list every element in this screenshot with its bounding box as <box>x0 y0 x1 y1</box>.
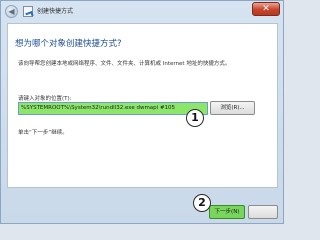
next-button[interactable]: 下一步(N) <box>209 205 245 219</box>
back-arrow-icon[interactable]: ◀ <box>5 5 18 18</box>
cancel-button[interactable] <box>248 205 278 219</box>
window-title: 创建快捷方式 <box>37 8 74 15</box>
hint-text: 单击“下一步”继续。 <box>18 130 68 136</box>
close-button[interactable]: ✕ <box>252 2 280 16</box>
browse-button[interactable]: 浏览(R)... <box>210 101 255 115</box>
step-2-callout: 2 <box>193 194 211 212</box>
location-label: 请键入对象的位置(T): <box>18 96 72 102</box>
wizard-icon <box>23 6 33 17</box>
create-shortcut-dialog: ◀ 创建快捷方式 ✕ 想为哪个对象创建快捷方式? 该向导帮您创建本地或网络程序、… <box>0 0 284 224</box>
step-1-callout: 1 <box>186 109 204 127</box>
page-heading: 想为哪个对象创建快捷方式? <box>15 39 122 49</box>
title-bar: ◀ 创建快捷方式 ✕ <box>1 1 283 23</box>
description-text: 该向导帮您创建本地或网络程序、文件、文件夹、计算机或 Internet 地址的快… <box>18 61 231 67</box>
location-input[interactable]: %SYSTEMROOT%\System32\rundll32.exe dwmap… <box>18 102 208 115</box>
